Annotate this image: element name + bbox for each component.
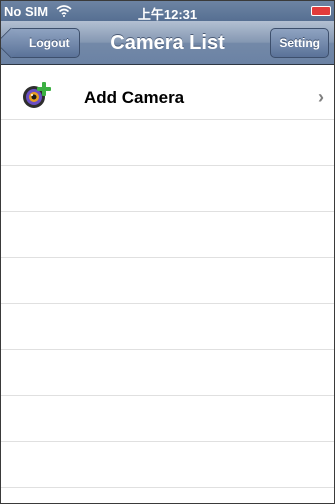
navigation-bar: Logout Camera List Setting (1, 21, 334, 65)
app-screen: No SIM 上午12:31 Logout Camera List Settin… (0, 0, 335, 504)
list-item-label: Add Camera (84, 88, 185, 107)
status-bar: No SIM 上午12:31 (1, 1, 334, 22)
list-item-add-camera[interactable]: Add Camera › (1, 66, 334, 120)
list-item-empty (1, 212, 334, 258)
list-item-empty (1, 350, 334, 396)
setting-button-label: Setting (279, 36, 320, 50)
chevron-right-icon: › (318, 87, 324, 107)
setting-button[interactable]: Setting (270, 28, 329, 58)
list-item-empty (1, 258, 334, 304)
list-item-empty (1, 120, 334, 166)
list-item-empty (1, 166, 334, 212)
battery-icon (311, 6, 331, 16)
camera-list: Add Camera › (1, 66, 334, 488)
camera-add-icon (23, 82, 51, 108)
list-item-empty (1, 442, 334, 488)
list-item-empty (1, 304, 334, 350)
list-item-empty (1, 396, 334, 442)
